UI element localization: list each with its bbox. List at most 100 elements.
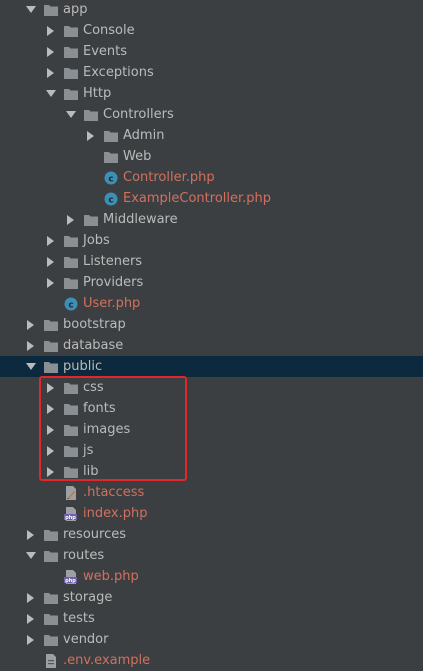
chevron-right-icon[interactable] bbox=[45, 403, 57, 415]
folder-icon bbox=[63, 422, 79, 438]
tree-item-admin[interactable]: Admin bbox=[0, 125, 423, 146]
chevron-right-icon[interactable] bbox=[25, 592, 37, 604]
tree-item-label: css bbox=[83, 380, 104, 395]
chevron-right-icon[interactable] bbox=[45, 67, 57, 79]
tree-item-database[interactable]: database bbox=[0, 335, 423, 356]
file-icon bbox=[43, 653, 59, 669]
arrow-spacer bbox=[45, 508, 57, 520]
folder-icon bbox=[63, 65, 79, 81]
tree-item-label: bootstrap bbox=[63, 317, 126, 332]
folder-icon bbox=[43, 548, 59, 564]
folder-icon bbox=[63, 464, 79, 480]
chevron-right-icon[interactable] bbox=[85, 130, 97, 142]
chevron-down-icon[interactable] bbox=[65, 109, 77, 121]
folder-icon bbox=[43, 590, 59, 606]
tree-item-middleware[interactable]: Middleware bbox=[0, 209, 423, 230]
tree-item-index-php[interactable]: php index.php bbox=[0, 503, 423, 524]
chevron-right-icon[interactable] bbox=[65, 214, 77, 226]
tree-item-label: Http bbox=[83, 86, 112, 101]
tree-item-label: routes bbox=[63, 548, 105, 563]
chevron-down-icon[interactable] bbox=[25, 4, 37, 16]
folder-icon bbox=[103, 149, 119, 165]
tree-item-exceptions[interactable]: Exceptions bbox=[0, 62, 423, 83]
tree-item-label: web.php bbox=[83, 569, 139, 584]
tree-item-label: User.php bbox=[83, 296, 141, 311]
tree-item-web[interactable]: Web bbox=[0, 146, 423, 167]
chevron-right-icon[interactable] bbox=[25, 634, 37, 646]
chevron-right-icon[interactable] bbox=[45, 256, 57, 268]
tree-item-env-example[interactable]: .env.example bbox=[0, 650, 423, 671]
tree-item-routes[interactable]: routes bbox=[0, 545, 423, 566]
chevron-right-icon[interactable] bbox=[45, 235, 57, 247]
tree-item-images[interactable]: images bbox=[0, 419, 423, 440]
tree-item-label: Admin bbox=[123, 128, 165, 143]
chevron-down-icon[interactable] bbox=[45, 88, 57, 100]
tree-item-bootstrap[interactable]: bootstrap bbox=[0, 314, 423, 335]
tree-item-events[interactable]: Events bbox=[0, 41, 423, 62]
tree-item-label: Providers bbox=[83, 275, 144, 290]
folder-icon bbox=[83, 107, 99, 123]
folder-icon bbox=[63, 23, 79, 39]
tree-item-controllers[interactable]: Controllers bbox=[0, 104, 423, 125]
chevron-right-icon[interactable] bbox=[45, 46, 57, 58]
chevron-right-icon[interactable] bbox=[45, 466, 57, 478]
svg-text:php: php bbox=[65, 578, 76, 584]
tree-item-http[interactable]: Http bbox=[0, 83, 423, 104]
tree-item-label: Listeners bbox=[83, 254, 143, 269]
tree-item-public[interactable]: public bbox=[0, 356, 423, 377]
tree-item-js[interactable]: js bbox=[0, 440, 423, 461]
folder-icon bbox=[83, 212, 99, 228]
chevron-down-icon[interactable] bbox=[25, 361, 37, 373]
tree-item-lib[interactable]: lib bbox=[0, 461, 423, 482]
htaccess-file-icon bbox=[63, 485, 79, 501]
chevron-right-icon[interactable] bbox=[25, 319, 37, 331]
svg-text:c: c bbox=[108, 174, 113, 184]
tree-item-console[interactable]: Console bbox=[0, 20, 423, 41]
chevron-right-icon[interactable] bbox=[45, 382, 57, 394]
arrow-spacer bbox=[45, 487, 57, 499]
folder-icon bbox=[63, 443, 79, 459]
tree-item-fonts[interactable]: fonts bbox=[0, 398, 423, 419]
tree-item-vendor[interactable]: vendor bbox=[0, 629, 423, 650]
chevron-right-icon[interactable] bbox=[25, 613, 37, 625]
folder-icon bbox=[43, 527, 59, 543]
arrow-spacer bbox=[45, 298, 57, 310]
tree-item-listeners[interactable]: Listeners bbox=[0, 251, 423, 272]
folder-icon bbox=[103, 128, 119, 144]
tree-item-jobs[interactable]: Jobs bbox=[0, 230, 423, 251]
svg-text:c: c bbox=[108, 195, 113, 205]
tree-item-label: Middleware bbox=[103, 212, 178, 227]
tree-item-label: tests bbox=[63, 611, 95, 626]
tree-item-resources[interactable]: resources bbox=[0, 524, 423, 545]
tree-item-app[interactable]: app bbox=[0, 0, 423, 20]
chevron-right-icon[interactable] bbox=[45, 25, 57, 37]
tree-item-label: Controllers bbox=[103, 107, 174, 122]
folder-icon bbox=[63, 233, 79, 249]
tree-item-web-php[interactable]: php web.php bbox=[0, 566, 423, 587]
tree-item-css[interactable]: css bbox=[0, 377, 423, 398]
chevron-right-icon[interactable] bbox=[45, 424, 57, 436]
folder-icon bbox=[63, 380, 79, 396]
chevron-right-icon[interactable] bbox=[25, 529, 37, 541]
chevron-right-icon[interactable] bbox=[25, 340, 37, 352]
tree-item-label: public bbox=[63, 359, 103, 374]
tree-item-label: index.php bbox=[83, 506, 148, 521]
chevron-right-icon[interactable] bbox=[45, 445, 57, 457]
tree-item-examplecontroller-php[interactable]: c ExampleController.php bbox=[0, 188, 423, 209]
tree-item-providers[interactable]: Providers bbox=[0, 272, 423, 293]
tree-item-htaccess[interactable]: .htaccess bbox=[0, 482, 423, 503]
svg-text:c: c bbox=[68, 300, 73, 310]
tree-item-label: fonts bbox=[83, 401, 116, 416]
tree-item-tests[interactable]: tests bbox=[0, 608, 423, 629]
tree-item-storage[interactable]: storage bbox=[0, 587, 423, 608]
folder-icon bbox=[63, 254, 79, 270]
tree-item-user-php[interactable]: c User.php bbox=[0, 293, 423, 314]
tree-item-label: storage bbox=[63, 590, 113, 605]
tree-item-label: js bbox=[83, 443, 94, 458]
chevron-down-icon[interactable] bbox=[25, 550, 37, 562]
folder-icon bbox=[43, 2, 59, 18]
tree-item-label: .env.example bbox=[63, 653, 151, 668]
folder-icon bbox=[63, 275, 79, 291]
tree-item-controller-php[interactable]: c Controller.php bbox=[0, 167, 423, 188]
chevron-right-icon[interactable] bbox=[45, 277, 57, 289]
